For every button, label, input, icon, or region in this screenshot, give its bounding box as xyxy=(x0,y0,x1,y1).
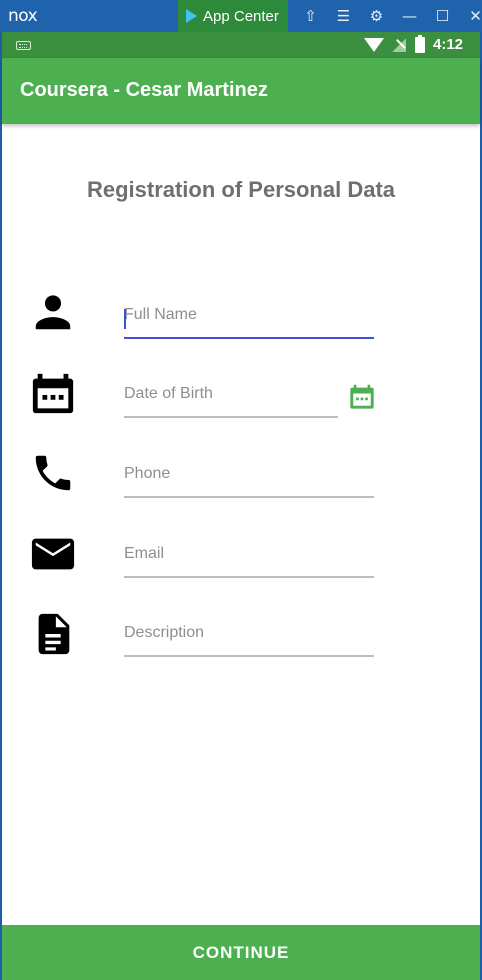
calendar-icon xyxy=(32,373,74,414)
close-icon[interactable]: ✕ xyxy=(459,0,482,32)
status-bar: 4:12 xyxy=(2,32,480,58)
phone-icon xyxy=(35,455,71,491)
email-input[interactable] xyxy=(124,538,374,578)
toolbar-title: Coursera - Cesar Martinez xyxy=(20,79,268,101)
phone-screen: 4:12 Coursera - Cesar Martinez Registrat… xyxy=(2,32,480,980)
description-field[interactable] xyxy=(124,617,374,657)
phone-field[interactable] xyxy=(124,458,374,498)
phone-input[interactable] xyxy=(124,458,374,498)
battery-icon xyxy=(415,35,425,53)
document-icon xyxy=(38,613,70,655)
maximize-icon[interactable]: ☐ xyxy=(426,0,459,32)
play-store-icon xyxy=(186,9,197,23)
emulator-title-bar: nox App Center ⇧ ☰ ⚙ — ☐ ✕ xyxy=(0,0,482,32)
date-of-birth-field[interactable] xyxy=(124,378,338,418)
text-cursor xyxy=(124,309,126,329)
email-icon xyxy=(31,538,75,570)
window-controls: ⇧ ☰ ⚙ — ☐ ✕ xyxy=(294,0,482,32)
continue-button[interactable]: CONTINUE xyxy=(2,925,480,980)
date-of-birth-input[interactable] xyxy=(124,378,338,418)
minimize-icon[interactable]: — xyxy=(393,0,426,32)
shirt-icon[interactable]: ⇧ xyxy=(294,0,327,32)
app-center-label: App Center xyxy=(203,7,279,25)
email-field[interactable] xyxy=(124,538,374,578)
keyboard-icon xyxy=(16,41,31,50)
date-picker-calendar-icon[interactable] xyxy=(348,382,376,412)
person-icon xyxy=(35,295,71,330)
menu-icon[interactable]: ☰ xyxy=(327,0,360,32)
full-name-input[interactable] xyxy=(124,299,374,339)
wifi-icon xyxy=(364,38,384,52)
description-input[interactable] xyxy=(124,617,374,657)
app-center-button[interactable]: App Center xyxy=(178,0,288,32)
signal-icon xyxy=(392,38,406,52)
app-toolbar: Coursera - Cesar Martinez xyxy=(2,58,480,124)
status-time: 4:12 xyxy=(433,36,464,53)
full-name-field[interactable] xyxy=(124,299,374,339)
page-title: Registration of Personal Data xyxy=(86,177,396,202)
nox-logo: nox xyxy=(8,6,38,26)
settings-icon[interactable]: ⚙ xyxy=(360,0,393,32)
